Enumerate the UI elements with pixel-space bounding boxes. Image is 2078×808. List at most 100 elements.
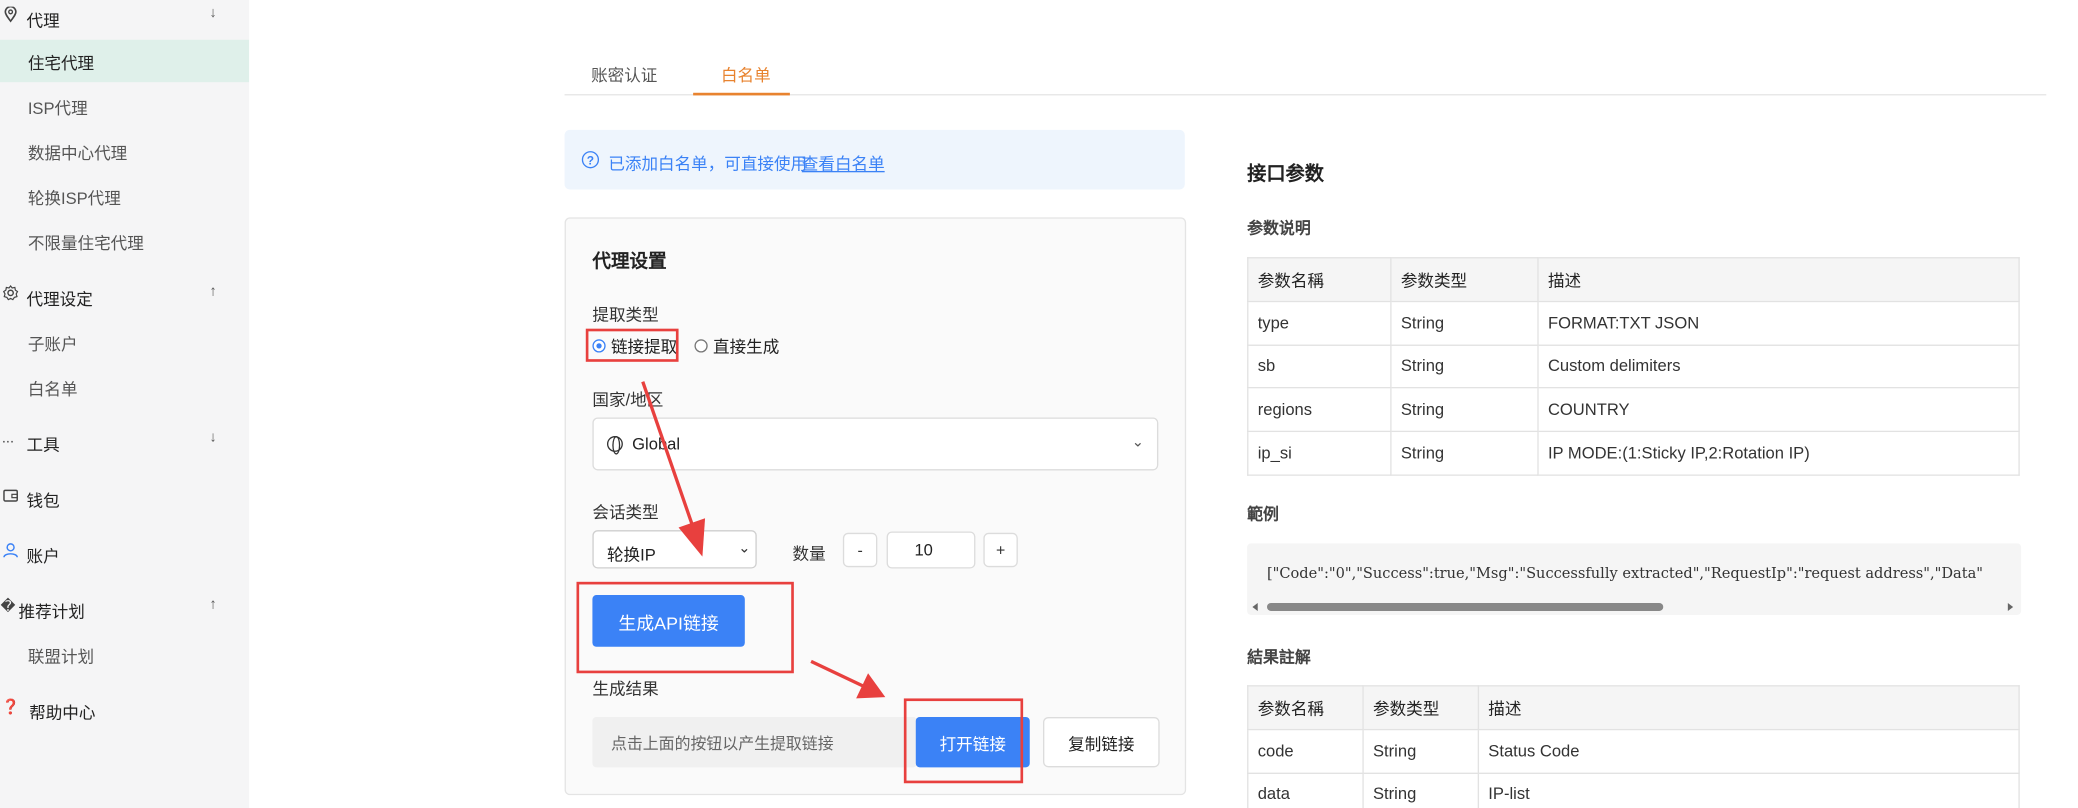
cell-desc: COUNTRY — [1537, 387, 2020, 433]
table-row: regions String COUNTRY — [1247, 387, 2020, 433]
api-params-card: 接口参数 参数说明 参数名稱 参数类型 描述 type String FORMA… — [1221, 129, 2047, 808]
extract-type-label: 提取类型 — [592, 306, 659, 325]
whitelist-notice: ? 已添加白名单，可直接使用 查看白名单 — [564, 129, 1185, 190]
chevron-down-icon: ⌄ — [738, 540, 751, 557]
session-type-value: 轮换IP — [606, 546, 656, 565]
chevron-up-icon: ↑ — [209, 283, 217, 300]
cell-name: sb — [1247, 344, 1392, 389]
chevron-down-icon: ⌄ — [1131, 434, 1145, 451]
question-icon: ? — [581, 151, 600, 169]
result-label: 生成结果 — [592, 679, 659, 699]
user-icon — [3, 541, 19, 560]
cell-desc: Status Code — [1477, 728, 2020, 774]
location-pin-icon — [3, 5, 19, 24]
view-whitelist-link[interactable]: 查看白名单 — [802, 150, 885, 175]
header-param-type: 参数类型 — [1390, 257, 1539, 302]
sidebar: 代理 ↓ 住宅代理 ISP代理 数据中心代理 轮换ISP代理 不限量住宅代理 代… — [0, 0, 250, 808]
nav-group-proxy[interactable]: 代理 ↓ — [0, 0, 249, 34]
quantity-label: 数量 — [792, 544, 826, 564]
cell-type: String — [1390, 300, 1539, 346]
cell-name: ip_si — [1247, 430, 1392, 476]
nav-group-label: 帮助中心 — [29, 703, 96, 723]
radio-direct-generate-label[interactable]: 直接生成 — [713, 333, 779, 358]
active-tab-indicator — [693, 92, 790, 96]
example-code-box[interactable]: ["Code":"0","Success":true,"Msg":"Succes… — [1247, 543, 2022, 615]
copy-link-button[interactable]: 复制链接 — [1043, 716, 1160, 768]
header-description: 描述 — [1477, 685, 2020, 730]
example-title: 範例 — [1247, 504, 1279, 524]
nav-group-tools[interactable]: ... 工具 ↓ — [0, 424, 249, 458]
header-param-name: 参数名稱 — [1247, 257, 1392, 302]
sidebar-item-isp[interactable]: ISP代理 — [0, 85, 249, 127]
cell-type: String — [1390, 430, 1539, 476]
table-header-row: 参数名稱 参数类型 描述 — [1247, 257, 2020, 302]
result-output[interactable]: 点击上面的按钮以产生提取链接 — [592, 716, 918, 768]
radio-direct-generate[interactable] — [694, 338, 708, 352]
api-params-title: 接口参数 — [1247, 164, 1324, 186]
sidebar-item-residential[interactable]: 住宅代理 — [0, 39, 250, 83]
sidebar-item-unlimited[interactable]: 不限量住宅代理 — [0, 220, 249, 262]
nav-group-label: 账户 — [26, 547, 60, 566]
country-label: 国家/地区 — [592, 390, 664, 410]
cell-desc: IP MODE:(1:Sticky IP,2:Rotation IP) — [1537, 430, 2020, 476]
cell-desc: Custom delimiters — [1537, 344, 2020, 389]
cell-desc: FORMAT:TXT JSON — [1537, 300, 2020, 346]
cell-name: data — [1247, 772, 1364, 808]
nav-group-help[interactable]: ❓ 帮助中心 — [0, 692, 249, 726]
nav-group-label: 钱包 — [26, 491, 60, 511]
table-row: code String Status Code — [1247, 728, 2020, 774]
tab-whitelist[interactable]: 白名单 — [721, 61, 771, 86]
cell-type: String — [1390, 387, 1539, 433]
header-param-type: 参数类型 — [1362, 685, 1480, 730]
sidebar-item-rotating-isp[interactable]: 轮换ISP代理 — [0, 175, 249, 217]
sidebar-item-whitelist[interactable]: 白名单 — [0, 366, 249, 408]
table-header-row: 参数名稱 参数类型 描述 — [1247, 685, 2020, 730]
nav-group-referral[interactable]: � 推荐计划 ↑ — [0, 591, 249, 625]
cell-name: code — [1247, 728, 1364, 774]
quantity-input[interactable]: 10 — [886, 531, 976, 569]
cell-name: type — [1247, 300, 1392, 346]
cell-type: String — [1362, 728, 1480, 774]
example-code: ["Code":"0","Success":true,"Msg":"Succes… — [1266, 564, 1983, 582]
sidebar-item-subaccount[interactable]: 子账户 — [0, 321, 249, 363]
annotation-box-generate — [576, 581, 794, 674]
chevron-down-icon: ↓ — [209, 5, 217, 22]
tab-password-auth[interactable]: 账密认证 — [591, 61, 657, 86]
session-type-label: 会话类型 — [592, 503, 659, 523]
params-table: 参数名稱 参数类型 描述 type String FORMAT:TXT JSON… — [1247, 257, 2020, 476]
country-value: Global — [632, 434, 681, 454]
nav-group-proxy-settings[interactable]: 代理设定 ↑ — [0, 278, 249, 312]
sidebar-item-datacenter[interactable]: 数据中心代理 — [0, 130, 249, 172]
sidebar-item-affiliate[interactable]: 联盟计划 — [0, 633, 249, 675]
table-row: data String IP-list — [1247, 772, 2020, 808]
help-icon: ❓ — [1, 699, 20, 715]
param-desc-title: 参数说明 — [1247, 218, 1311, 238]
table-row: type String FORMAT:TXT JSON — [1247, 300, 2020, 346]
nav-group-label: 代理设定 — [26, 290, 93, 309]
result-table: 参数名稱 参数类型 描述 code String Status Code dat… — [1247, 685, 2020, 808]
scrollbar-thumb[interactable] — [1266, 603, 1664, 611]
quantity-minus-button[interactable]: - — [842, 532, 878, 568]
nav-group-label: 工具 — [26, 436, 60, 455]
nav-group-label: 推荐计划 — [18, 603, 85, 622]
session-type-select[interactable]: 轮换IP ⌄ — [592, 530, 757, 569]
header-param-name: 参数名稱 — [1247, 685, 1364, 730]
chevron-down-icon: ↓ — [209, 429, 217, 446]
globe-icon — [606, 436, 623, 455]
scroll-left-arrow-icon[interactable] — [1252, 603, 1258, 611]
nav-group-wallet[interactable]: 钱包 — [0, 480, 249, 514]
cell-type: String — [1362, 772, 1480, 808]
scroll-right-arrow-icon[interactable] — [2007, 603, 2014, 611]
screen: 代理 ↓ 住宅代理 ISP代理 数据中心代理 轮换ISP代理 不限量住宅代理 代… — [0, 0, 2078, 808]
gear-icon — [2, 284, 19, 303]
country-select[interactable]: Global ⌄ — [592, 417, 1159, 471]
notice-text: 已添加白名单，可直接使用 — [608, 155, 808, 174]
nav-group-label: 代理 — [26, 11, 60, 31]
unknown-glyph-icon: � — [0, 598, 16, 615]
result-notes-title: 結果註解 — [1247, 648, 1311, 667]
table-row: ip_si String IP MODE:(1:Sticky IP,2:Rota… — [1247, 430, 2020, 476]
horizontal-scrollbar[interactable] — [1250, 600, 2019, 612]
quantity-plus-button[interactable]: + — [983, 532, 1018, 568]
cell-type: String — [1390, 344, 1539, 389]
nav-group-account[interactable]: 账户 — [0, 535, 249, 569]
